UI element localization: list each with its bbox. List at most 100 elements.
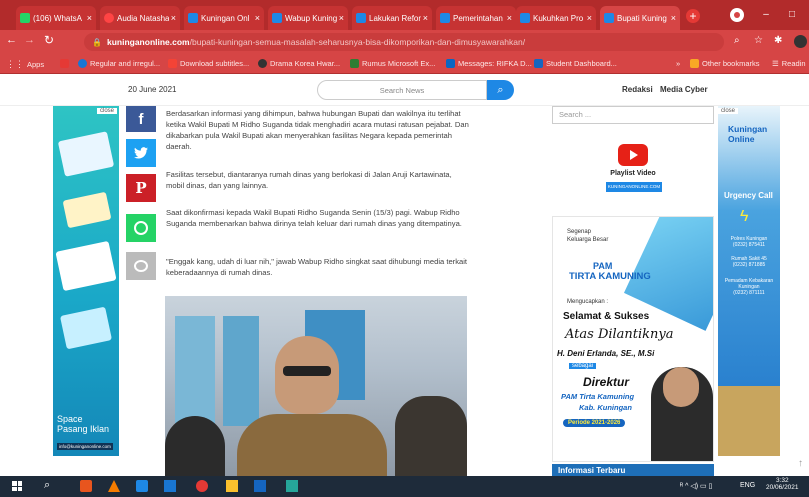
pinterest-share-button[interactable]: P <box>126 174 156 202</box>
bookmark-messages[interactable]: Messages: RIFKA D... <box>446 59 532 68</box>
right-ad-close[interactable]: close <box>718 108 739 114</box>
pinterest-icon: P <box>135 179 147 197</box>
site-favicon-icon <box>188 13 198 23</box>
tab-close-icon[interactable]: × <box>339 13 344 23</box>
search-icon[interactable]: ⌕ <box>734 35 740 46</box>
tab-kukuhkan[interactable]: Kukuhkan Pro × <box>516 6 596 30</box>
explorer-icon[interactable] <box>164 480 176 492</box>
pam-congrats-ad[interactable]: Segenap Keluarga Besar PAM TIRTA KAMUNIN… <box>552 216 714 462</box>
browser-tab-bar: (106) WhatsA × Audia Natasha × Kuningan On… <box>0 0 809 30</box>
app-icon[interactable] <box>286 480 298 492</box>
bookmarks-bar: ⋮⋮ Apps Regular and irregul... Download s… <box>0 54 809 74</box>
scroll-top-arrow[interactable]: ↑ <box>798 458 803 469</box>
app-icon[interactable] <box>80 480 92 492</box>
folder-icon[interactable] <box>226 480 238 492</box>
ad-headline: Atas Dilantiknya <box>565 327 674 342</box>
bookmark-other[interactable]: Other bookmarks <box>690 59 760 68</box>
reload-icon[interactable]: ↻ <box>44 33 54 47</box>
lightning-icon: ϟ <box>740 208 749 225</box>
article-paragraph: Fasilitas tersebut, diantaranya rumah di… <box>166 170 452 190</box>
url-input[interactable]: 🔒 kuninganonline.com/bupati-kuningan-sem… <box>84 33 724 51</box>
urgency-call-title: Urgency Call <box>724 191 773 200</box>
article-paragraph: "Enggak kang, udah di luar nih," jawab W… <box>166 257 468 277</box>
bookmark-drama-korea[interactable]: Drama Korea Hwar... <box>258 59 340 68</box>
search-icon: ⌕ <box>497 84 504 96</box>
twitter-share-button[interactable] <box>126 139 156 167</box>
minimize-icon[interactable]: – <box>758 8 774 22</box>
bookmark-student-dashboard[interactable]: Student Dashboard... <box>534 59 617 68</box>
ad-text: PAM Tirta Kamuning <box>561 392 635 401</box>
new-tab-plus-icon[interactable]: + <box>686 9 700 23</box>
vlc-icon[interactable] <box>108 480 120 492</box>
tab-whatsapp[interactable]: (106) WhatsA × <box>16 6 96 30</box>
language-indicator[interactable]: ENG <box>740 482 755 489</box>
bookmark-favicon-icon <box>258 59 267 68</box>
chrome-icon[interactable] <box>196 480 208 492</box>
bookmark-regular[interactable]: Regular and irregul... <box>78 59 160 68</box>
tab-pemerintahan[interactable]: Pemerintahan × <box>436 6 516 30</box>
site-search-input[interactable]: Search News <box>317 80 487 100</box>
tab-wabup[interactable]: Wabup Kuning × <box>268 6 348 30</box>
ad-text: Segenap <box>567 229 592 235</box>
bookmark-download-subtitles[interactable]: Download subtitles... <box>168 59 249 68</box>
article-paragraph: Berdasarkan informasi yang dihimpun, bah… <box>166 109 469 151</box>
ad-text: sebagai <box>569 363 597 369</box>
clock[interactable]: 3:32 20/06/2021 <box>766 477 799 491</box>
tab-audia[interactable]: Audia Natasha × <box>100 6 180 30</box>
bookmarks-more[interactable]: » <box>676 59 680 68</box>
ad-headline: Selamat & Sukses <box>563 311 650 322</box>
sidebar-search-input[interactable]: Search ... <box>552 106 714 124</box>
tab-kuningan-online[interactable]: Kuningan Onl × <box>184 6 264 30</box>
word-icon[interactable] <box>254 480 266 492</box>
nav-media-cyber[interactable]: Media Cyber <box>660 85 708 94</box>
tab-close-icon[interactable]: × <box>171 13 176 23</box>
pam-logo-text: PAM <box>593 261 613 271</box>
maximize-icon[interactable]: □ <box>784 8 800 22</box>
tab-close-icon[interactable]: × <box>587 13 592 23</box>
extensions-icon[interactable]: ✱ <box>774 35 782 46</box>
star-icon[interactable]: ☆ <box>754 35 763 46</box>
user-avatar[interactable] <box>794 35 807 48</box>
site-favicon-icon <box>604 13 614 23</box>
bookmark-favicon-icon <box>168 59 177 68</box>
ad-device-image <box>57 131 115 177</box>
tab-close-icon[interactable]: × <box>423 13 428 23</box>
site-search-button[interactable]: ⌕ <box>487 80 514 100</box>
bookmark-apps[interactable]: ⋮⋮ Apps <box>6 59 44 70</box>
ad-text: Keluarga Besar <box>567 237 609 243</box>
forward-icon[interactable]: → <box>24 34 35 46</box>
facebook-share-button[interactable]: f <box>126 106 156 132</box>
tab-close-icon[interactable]: × <box>87 13 92 23</box>
back-icon[interactable]: ← <box>6 34 17 46</box>
playlist-site: KUNINGANONLINE.COM <box>606 182 662 192</box>
tab-close-icon[interactable]: × <box>507 13 512 23</box>
whatsapp-icon <box>20 13 30 23</box>
ad-building-image <box>718 386 780 456</box>
reading-list[interactable]: ☰ Readin <box>772 59 806 68</box>
bookmark-favicon-icon <box>534 59 543 68</box>
profile-icon[interactable] <box>730 8 744 22</box>
site-favicon-icon <box>440 13 450 23</box>
bookmark-rumus-excel[interactable]: Rumus Microsoft Ex... <box>350 59 435 68</box>
tab-close-icon[interactable]: × <box>255 13 260 23</box>
chrome-icon <box>104 13 114 23</box>
tab-bupati-active[interactable]: Bupati Kuning × <box>600 6 680 30</box>
left-ad-close[interactable]: close <box>96 108 117 114</box>
tirta-logo-text: TIRTA KAMUNING <box>569 271 651 282</box>
playlist-video-widget[interactable]: Playlist Video KUNINGANONLINE.COM <box>552 128 714 214</box>
windows-start-icon[interactable] <box>12 481 22 491</box>
left-ad-banner[interactable]: close Space Pasang Iklan info@kuninganonl… <box>53 106 119 456</box>
site-favicon-icon <box>520 13 530 23</box>
comment-share-button[interactable] <box>126 252 156 280</box>
tray-icons[interactable]: ᴿ ^ ◁) ▭ ▯ <box>680 482 712 490</box>
bookmark-gmail[interactable] <box>60 59 72 68</box>
edge-icon[interactable] <box>136 480 148 492</box>
site-favicon-icon <box>272 13 282 23</box>
whatsapp-share-button[interactable] <box>126 214 156 242</box>
tab-close-icon[interactable]: × <box>671 13 676 23</box>
search-icon[interactable]: ⌕ <box>44 479 50 492</box>
tab-lakukan[interactable]: Lakukan Refor × <box>352 6 432 30</box>
right-ad-banner[interactable]: close Kuningan Online Urgency Call ϟ Pol… <box>718 106 780 456</box>
nav-redaksi[interactable]: Redaksi <box>622 85 653 94</box>
gmail-icon <box>60 59 69 68</box>
